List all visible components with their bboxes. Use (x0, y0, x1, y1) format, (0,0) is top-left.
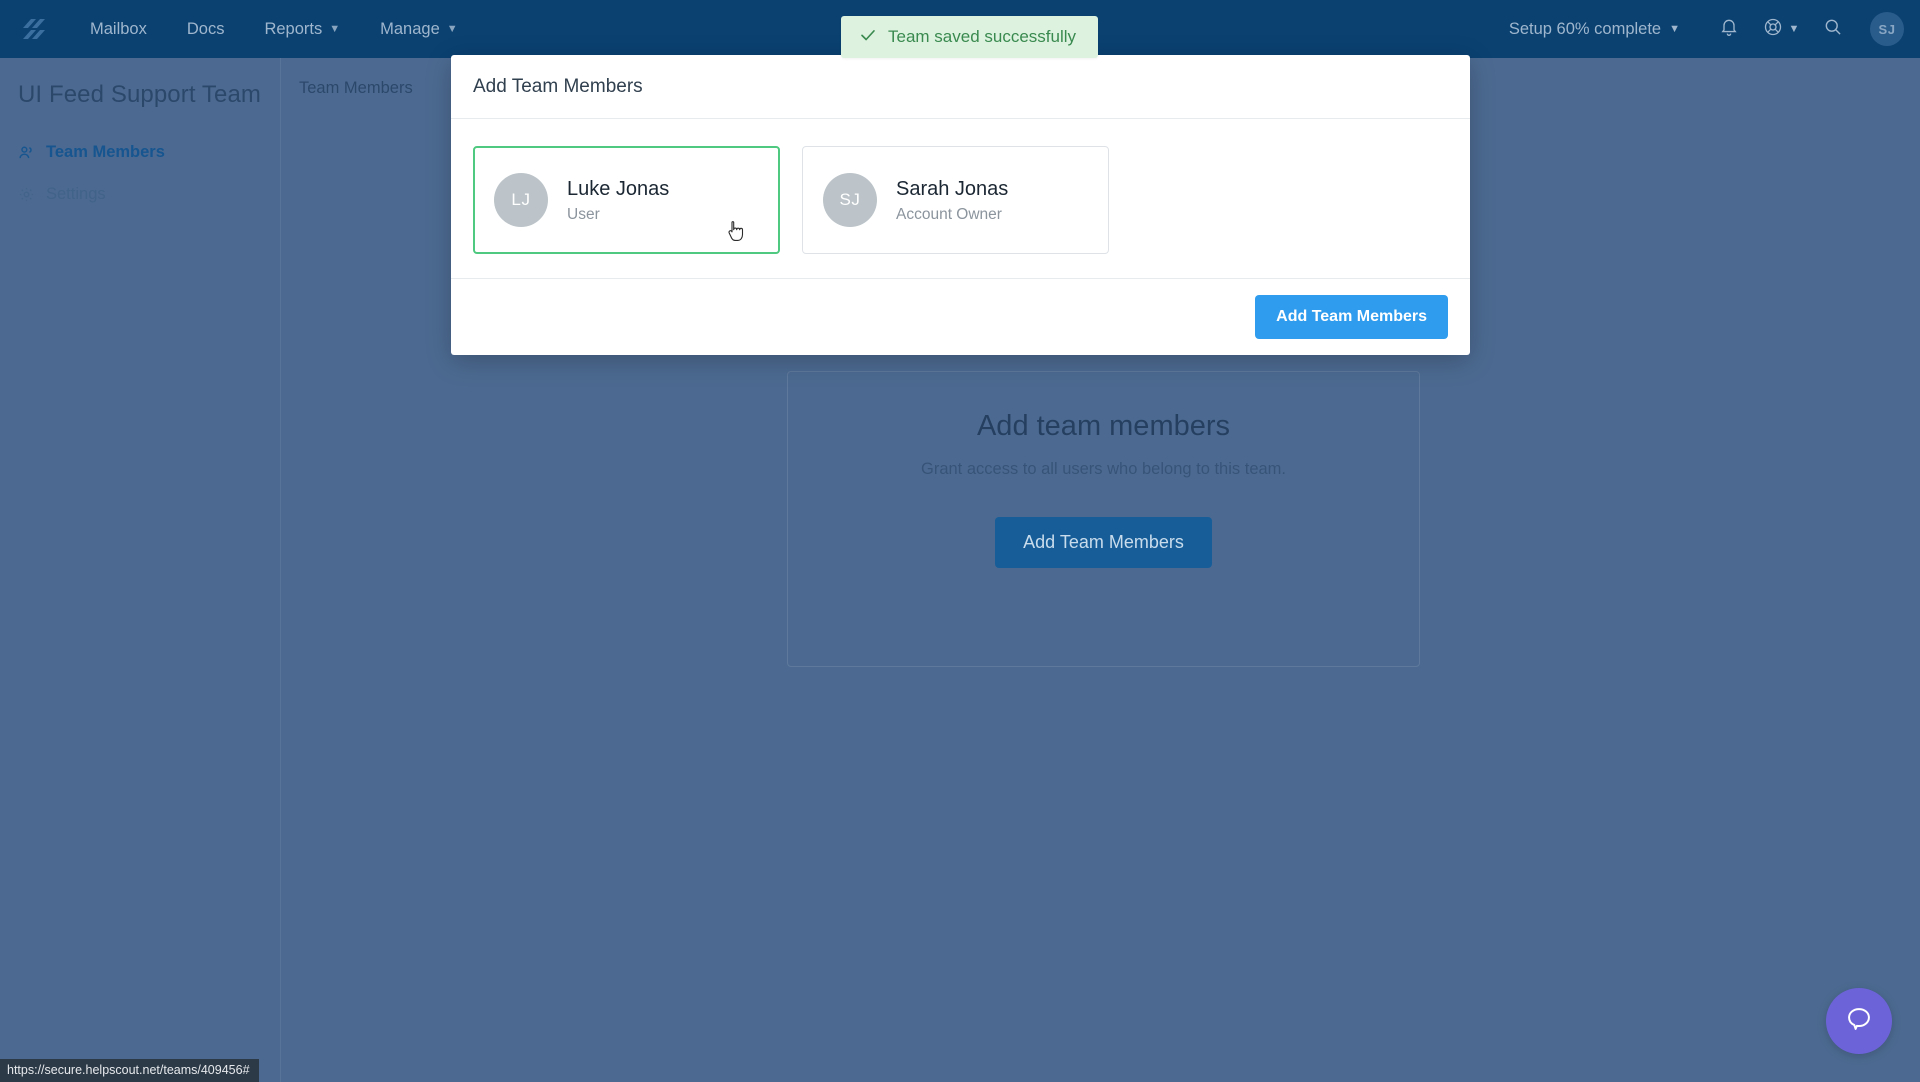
nav-item-manage[interactable]: Manage ▼ (360, 0, 478, 58)
tab-team-members[interactable]: Team Members (281, 58, 431, 118)
sidebar-item-label: Team Members (46, 142, 165, 161)
member-role: Account Owner (896, 205, 1002, 223)
chevron-down-icon: ▼ (329, 23, 341, 35)
browser-status-url: https://secure.helpscout.net/teams/40945… (0, 1059, 259, 1082)
nav-item-mailbox[interactable]: Mailbox (70, 0, 167, 58)
sidebar-nav: Team Members Settings (0, 131, 280, 215)
chevron-down-icon: ▼ (1788, 23, 1800, 35)
empty-state-card: Add team members Grant access to all use… (787, 371, 1420, 667)
member-name: Luke Jonas (567, 177, 670, 200)
notifications-button[interactable] (1706, 0, 1752, 58)
chevron-down-icon: ▼ (1669, 23, 1680, 35)
nav-item-reports[interactable]: Reports ▼ (244, 0, 360, 58)
check-icon (859, 26, 877, 49)
member-card-sarah-jonas[interactable]: SJ Sarah Jonas Account Owner (802, 146, 1109, 254)
helpscout-logo-icon[interactable] (16, 14, 52, 44)
add-team-members-modal: Add Team Members LJ Luke Jonas User SJ S (451, 55, 1470, 355)
team-title: UI Feed Support Team (18, 81, 262, 108)
setup-progress-label: Setup 60% complete (1508, 19, 1662, 38)
avatar: SJ (823, 173, 877, 227)
sidebar-item-team-members[interactable]: Team Members (0, 131, 280, 173)
modal-add-team-members-button[interactable]: Add Team Members (1255, 295, 1448, 339)
avatar: LJ (494, 173, 548, 227)
navbar-right: Setup 60% complete ▼ ▼ SJ (1509, 0, 1920, 58)
modal-header: Add Team Members (451, 55, 1470, 119)
toast-notification: Team saved successfully (841, 16, 1099, 58)
member-role: User (567, 205, 600, 223)
nav-item-docs[interactable]: Docs (167, 0, 245, 58)
sidebar-item-label: Settings (46, 184, 106, 203)
bell-icon (1719, 17, 1739, 42)
modal-footer: Add Team Members (451, 279, 1470, 355)
gear-icon (18, 186, 46, 203)
app-root: UI Feed Support Team Team Members Settin… (0, 0, 1920, 1082)
modal-title: Add Team Members (473, 75, 643, 97)
users-icon (18, 144, 46, 161)
support-beacon-button[interactable] (1826, 988, 1892, 1054)
chevron-down-icon: ▼ (446, 23, 458, 35)
empty-state-subtitle: Grant access to all users who belong to … (920, 460, 1286, 478)
help-button[interactable]: ▼ (1752, 0, 1810, 58)
search-button[interactable] (1810, 0, 1856, 58)
add-team-members-button[interactable]: Add Team Members (995, 517, 1212, 568)
toast-message: Team saved successfully (888, 27, 1077, 46)
member-card-luke-jonas[interactable]: LJ Luke Jonas User (473, 146, 780, 254)
nav-item-label: Reports (264, 19, 323, 38)
user-avatar[interactable]: SJ (1870, 12, 1904, 46)
navbar-left: Mailbox Docs Reports ▼ Manage ▼ (0, 0, 478, 58)
chat-bubble-icon (1845, 1005, 1873, 1038)
mouse-cursor-pointer-icon (726, 220, 746, 244)
modal-body: LJ Luke Jonas User SJ Sarah Jonas Accoun… (451, 119, 1470, 279)
nav-item-label: Manage (380, 19, 440, 38)
search-icon (1823, 17, 1843, 42)
nav-item-label: Docs (186, 19, 225, 38)
empty-state-title: Add team members (976, 410, 1231, 442)
lifebuoy-icon (1763, 17, 1783, 42)
nav-item-label: Mailbox (90, 19, 147, 38)
member-name: Sarah Jonas (896, 177, 1009, 200)
member-info: Luke Jonas User (567, 177, 669, 224)
setup-progress[interactable]: Setup 60% complete ▼ (1509, 20, 1680, 39)
sidebar: UI Feed Support Team Team Members Settin… (0, 58, 281, 1082)
sidebar-item-settings[interactable]: Settings (0, 173, 280, 215)
member-info: Sarah Jonas Account Owner (896, 177, 1008, 224)
